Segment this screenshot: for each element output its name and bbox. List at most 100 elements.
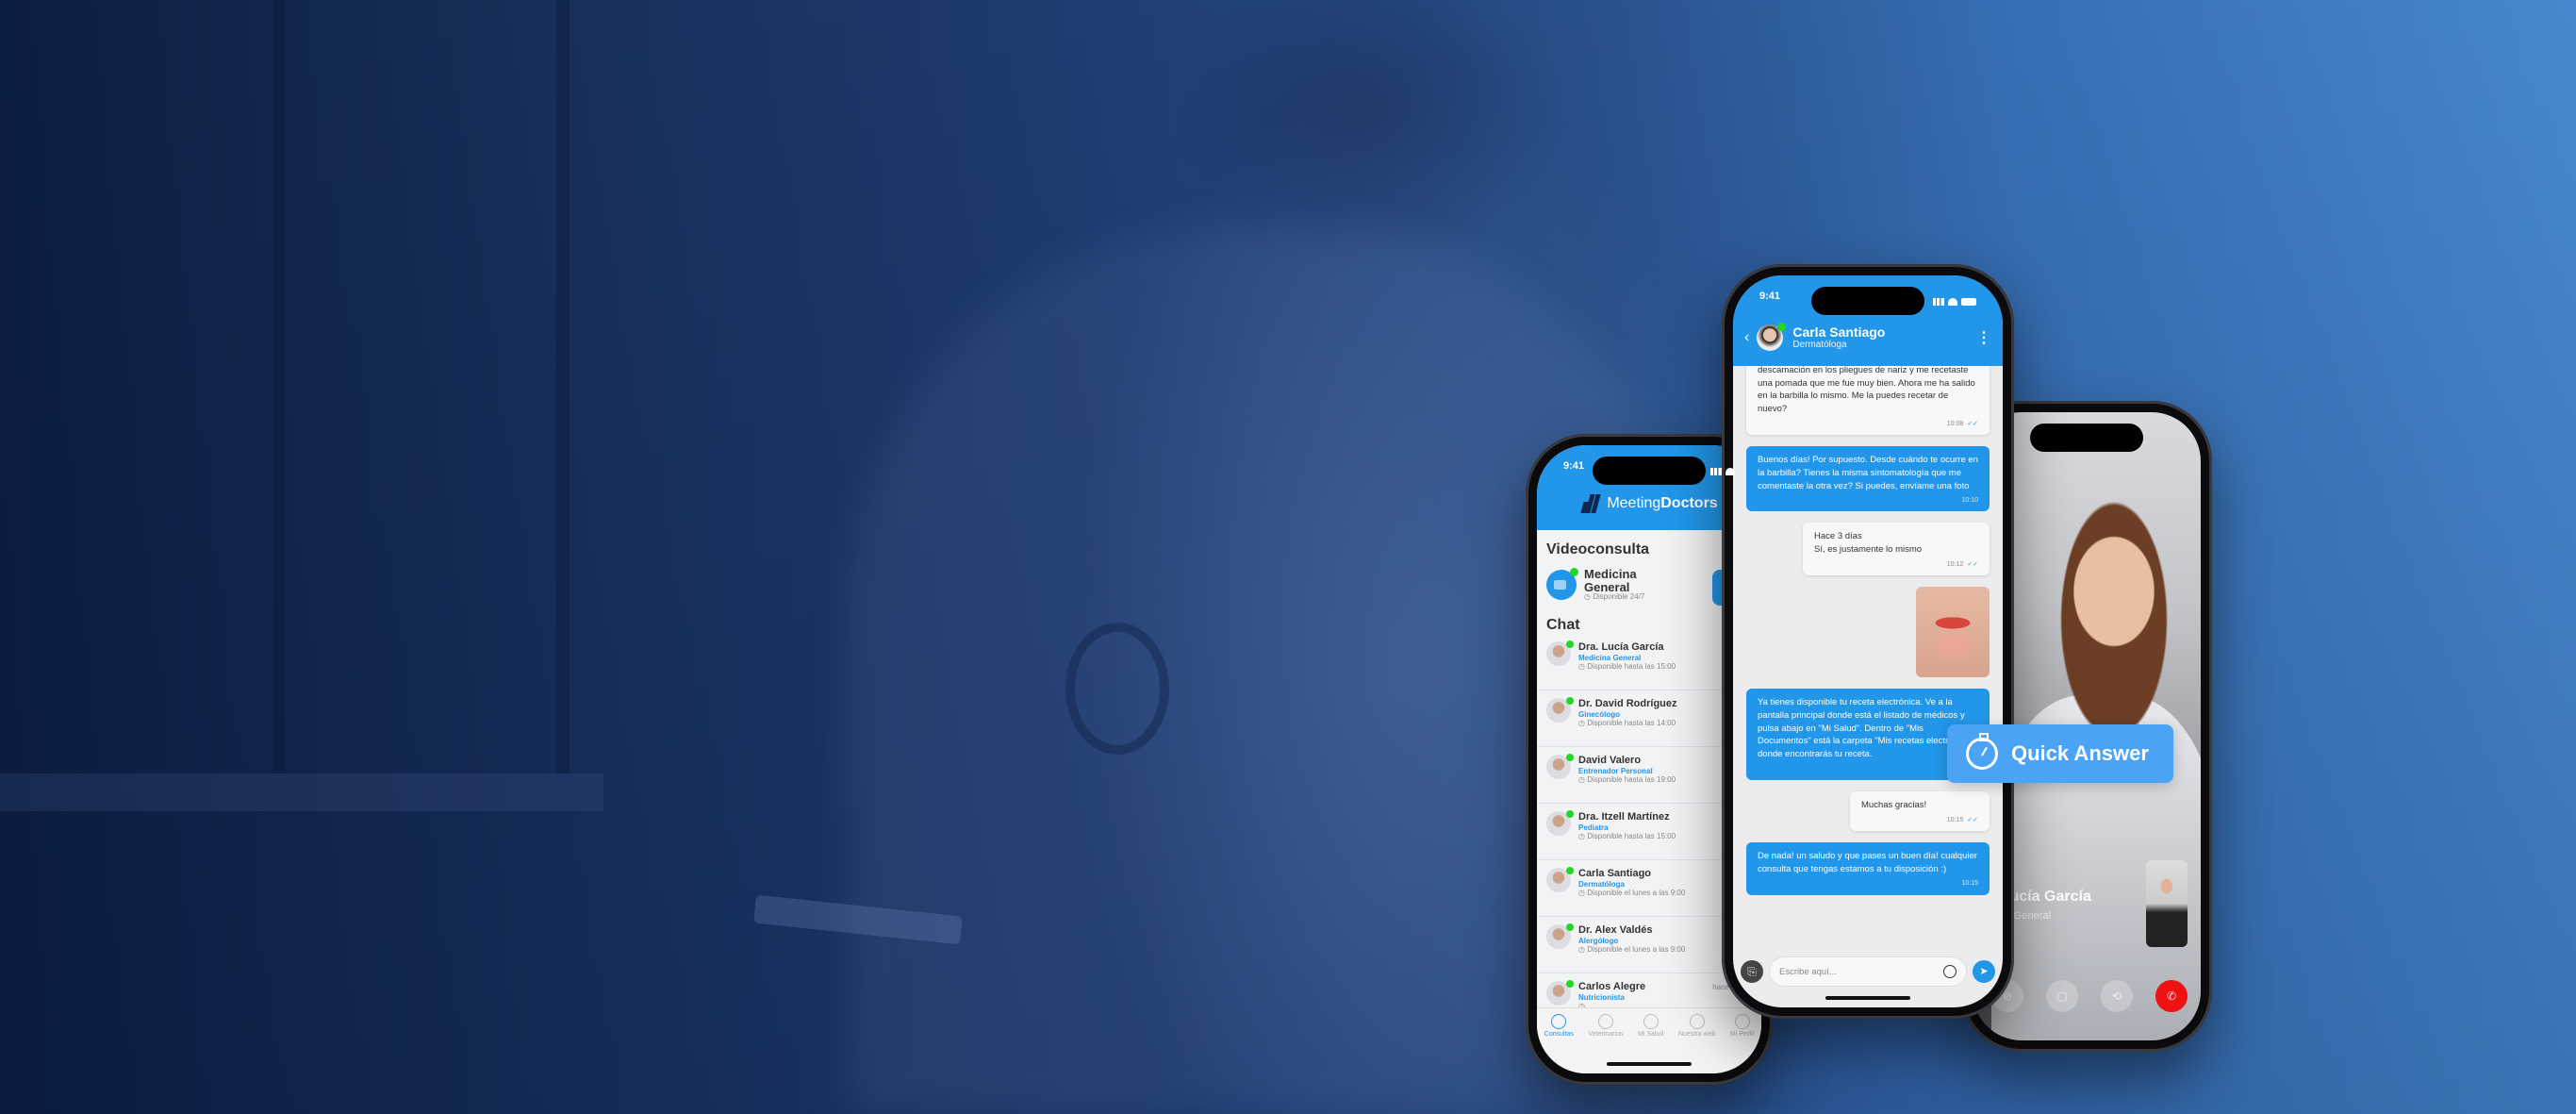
- quick-answer-label: Quick Answer: [2011, 741, 2149, 765]
- quick-answer-badge: Quick Answer: [1947, 724, 2173, 783]
- end-call-button[interactable]: ✆: [2155, 980, 2188, 1012]
- tab-icon: [1734, 1014, 1750, 1029]
- doctor-availability: Disponible hasta las 15:00: [1587, 661, 1676, 671]
- clock-icon: ◷: [1578, 718, 1588, 727]
- tab-mi-perfil[interactable]: Mi Perfil: [1730, 1014, 1754, 1073]
- doctor-avatar: [1546, 810, 1574, 836]
- dynamic-island: [1811, 287, 1924, 315]
- doctor-specialty: Alergólogo: [1578, 936, 1619, 945]
- clock-icon: ◷: [1584, 592, 1593, 602]
- status-time: 9:41: [1563, 460, 1585, 472]
- message-text: Ya tienes disponible tu receta electróni…: [1758, 697, 1977, 760]
- attach-clip-icon[interactable]: ⎘: [1741, 960, 1763, 983]
- doctor-specialty: Entrenador Personal: [1578, 766, 1653, 775]
- doctor-avatar: [1546, 640, 1574, 666]
- doctor-name: Dr. David Rodríguez: [1578, 698, 1677, 709]
- doctor-availability: Disponible hasta las 14:00: [1587, 718, 1676, 727]
- background-stethoscope: [1065, 623, 1169, 755]
- emoji-icon[interactable]: [1943, 965, 1957, 978]
- send-button[interactable]: ➤: [1973, 960, 1995, 983]
- message-text: Hace 3 días Sí, es justamente lo mismo: [1814, 531, 1923, 556]
- outgoing-message: De nada! un saludo y que pases un buen d…: [1746, 841, 1990, 895]
- doctor-availability: Disponible hasta las 15:00: [1587, 831, 1676, 840]
- tab-label: Mi Perfil: [1729, 1031, 1755, 1038]
- home-indicator: [1607, 1062, 1692, 1066]
- doctor-avatar: [1546, 697, 1574, 723]
- read-check-icon: ✓✓: [1967, 816, 1978, 823]
- doctor-name: Dra. Itzell Martínez: [1578, 811, 1670, 823]
- message-list: Hace un mes te consulté porque tenía pic…: [1733, 357, 2003, 951]
- online-indicator: [1566, 867, 1574, 874]
- dynamic-island: [2030, 424, 2143, 452]
- phone-screen: 9:41 ‹ Carla Santiago Dermatóloga ⋮ Hace…: [1733, 275, 2003, 1007]
- more-options-icon[interactable]: ⋮: [1976, 328, 1991, 347]
- incoming-message: Hace 3 días Sí, es justamente lo mismo 10…: [1803, 523, 1990, 576]
- meetingdoctors-logo-icon: [1580, 494, 1601, 513]
- doctor-name: Carlos Alegre: [1578, 981, 1646, 992]
- signal-icon: [1710, 468, 1722, 475]
- incoming-message: Muchas gracias! 10:15 ✓✓: [1850, 791, 1990, 831]
- camera-off-button[interactable]: ▢: [2046, 980, 2078, 1012]
- brand-name-bold: Doctors: [1660, 495, 1718, 511]
- switch-camera-button[interactable]: ⟲: [2101, 980, 2133, 1012]
- online-indicator: [1566, 810, 1574, 818]
- doctor-availability: Disponible hasta las 19:00: [1587, 774, 1676, 784]
- camera-off-icon: ▢: [2056, 989, 2068, 1003]
- doctor-specialty: Pediatra: [1578, 823, 1609, 832]
- contact-name: Carla Santiago: [1792, 324, 1886, 340]
- video-availability: Disponible 24/7: [1593, 592, 1645, 602]
- wifi-icon: [1726, 468, 1735, 475]
- doctor-avatar: [1546, 980, 1574, 1006]
- message-input[interactable]: Escribe aquí...: [1769, 956, 1967, 987]
- message-text: De nada! un saludo y que pases un buen d…: [1758, 850, 1977, 874]
- self-view-pip[interactable]: [2146, 860, 2188, 947]
- video-service-name: Medicina: [1584, 567, 1637, 582]
- doctor-specialty: Dermatóloga: [1578, 879, 1625, 889]
- clock-icon: ◷: [1578, 661, 1588, 671]
- status-time: 9:41: [1759, 291, 1781, 302]
- message-time: 10:08: [1946, 420, 1964, 427]
- background-door-frame: [556, 0, 570, 773]
- doctor-name: Dra. Lucía García: [1578, 641, 1664, 653]
- background-table: [0, 773, 603, 811]
- clock-icon: ◷: [1578, 888, 1588, 897]
- signal-icon: [1933, 298, 1944, 306]
- message-time: 10:15: [1961, 880, 1978, 888]
- clock-icon: ◷: [1578, 944, 1588, 954]
- wifi-icon: [1948, 298, 1957, 306]
- doctor-specialty: Ginecólogo: [1578, 709, 1620, 719]
- online-indicator: [1566, 980, 1574, 988]
- message-text: Muchas gracias!: [1861, 800, 1927, 811]
- attached-photo[interactable]: [1916, 587, 1990, 678]
- doctor-avatar: [1546, 923, 1574, 949]
- message-text: Buenos días! Por supuesto. Desde cuándo …: [1758, 454, 1978, 491]
- incoming-message: Hace un mes te consulté porque tenía pic…: [1746, 357, 1990, 435]
- tab-consultas[interactable]: Consultas: [1544, 1014, 1574, 1073]
- message-time: 10:12: [1946, 560, 1964, 568]
- back-chevron-icon[interactable]: ‹: [1744, 329, 1749, 346]
- contact-role: Dermatóloga: [1792, 340, 1847, 351]
- video-service-name-2: General: [1584, 579, 1630, 594]
- clock-icon: ◷: [1578, 831, 1588, 840]
- tab-label: Consultas: [1544, 1031, 1574, 1038]
- outgoing-message: Buenos días! Por supuesto. Desde cuándo …: [1746, 445, 1990, 512]
- video-camera-icon: [1546, 568, 1578, 600]
- doctor-name: Dr. Alex Valdés: [1578, 924, 1653, 936]
- contact-avatar: [1757, 323, 1787, 351]
- message-time: 10:15: [1946, 816, 1964, 823]
- message-composer: ⎘ Escribe aquí... ➤: [1741, 955, 1995, 989]
- phone-chat: 9:41 ‹ Carla Santiago Dermatóloga ⋮ Hace…: [1722, 264, 2014, 1019]
- tab-icon: [1598, 1014, 1614, 1029]
- online-indicator: [1566, 640, 1574, 648]
- tab-icon: [1643, 1014, 1659, 1029]
- end-call-icon: ✆: [2166, 989, 2177, 1003]
- stopwatch-icon: [1966, 733, 1998, 770]
- doctor-name: David Valero: [1578, 755, 1642, 766]
- doctor-name: Carla Santiago: [1578, 868, 1652, 879]
- send-arrow-icon: ➤: [1979, 966, 1989, 977]
- tab-label: Veterinarios: [1588, 1031, 1624, 1038]
- message-input-placeholder: Escribe aquí...: [1779, 966, 1837, 977]
- doctor-face: [2010, 450, 2199, 846]
- brand-name-light: Meeting: [1607, 495, 1661, 511]
- background-door-frame: [273, 0, 285, 773]
